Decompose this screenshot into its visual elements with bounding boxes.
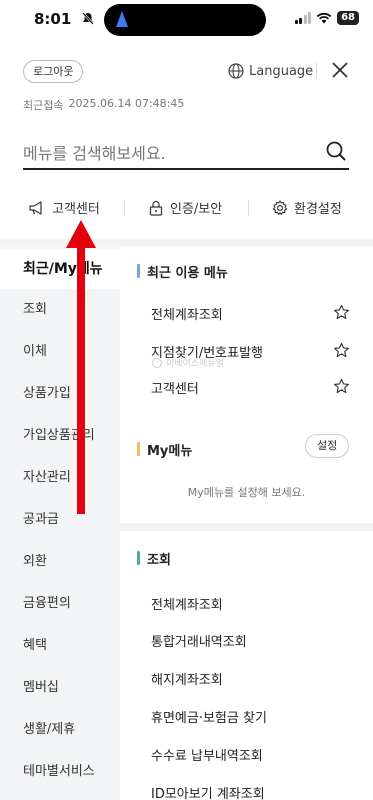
section-accent-bar [137,551,140,565]
watermark-text: 이베이스메뉴얼 [166,359,224,369]
inquiry-item-all-accounts[interactable]: 전체계좌조회 [151,594,223,613]
my-menu-setting-button[interactable]: 설정 [305,434,350,458]
section-accent-bar [137,264,140,278]
language-button[interactable]: Language [228,60,313,82]
globe-icon [228,63,244,79]
close-icon[interactable] [330,60,350,80]
watermark-logo-icon [152,357,162,368]
star-icon[interactable] [333,304,350,321]
my-menu-title-text: My메뉴 [147,444,193,459]
quick-divider [124,200,125,216]
my-menu-empty-message: My메뉴를 설정해 보세요. [187,486,306,499]
lock-icon [149,200,163,216]
star-icon[interactable] [333,342,350,359]
customer-center-link[interactable]: 고객센터 [28,198,100,217]
status-time: 8:01 [34,10,72,28]
section-accent-bar [137,442,140,456]
quick-divider [248,200,249,216]
category-theme-service[interactable]: 테마별서비스 [0,752,120,792]
category-transfer[interactable]: 이체 [0,332,120,372]
inquiry-title: 조회 [137,549,171,568]
recent-menu-title: 최근 이용 메뉴 [137,262,228,281]
quick-links: 고객센터 인증/보안 환경설정 [0,188,373,228]
watermark: 이베이스메뉴얼 [152,356,224,369]
auth-security-label: 인증/보안 [170,202,223,217]
category-product-manage[interactable]: 가입상품관리 [0,416,120,456]
inquiry-item-dormant-deposits[interactable]: 휴면예금·보험금 찾기 [151,707,267,726]
inquiry-item-fee-history[interactable]: 수수료 납부내역조회 [151,745,263,764]
megaphone-icon [29,200,42,215]
customer-center-label: 고객센터 [52,202,100,217]
cell-signal-icon [294,12,312,24]
category-utility-bills[interactable]: 공과금 [0,500,120,540]
header-divider [316,62,317,79]
star-icon[interactable] [333,378,350,395]
my-menu-title: My메뉴 [137,440,192,459]
inquiry-item-closed-accounts[interactable]: 해지계좌조회 [151,669,223,688]
recent-item-customer-center[interactable]: 고객센터 [151,378,199,397]
category-life-partner[interactable]: 생활/제휴 [0,710,120,750]
last-login: 최근접속 2025.06.14 07:48:45 [23,97,184,113]
category-product-join[interactable]: 상품가입 [0,374,120,414]
menu-search-input[interactable] [23,139,313,167]
category-inquiry[interactable]: 조회 [0,290,120,330]
search-bar [23,137,349,170]
section-divider [0,239,373,246]
category-finance-convenience[interactable]: 금융편의 [0,584,120,624]
logout-button[interactable]: 로그아웃 [23,60,84,83]
settings-link[interactable]: 환경설정 [272,198,342,217]
settings-label: 환경설정 [294,202,342,217]
silent-bell-icon [82,12,94,28]
section-divider [120,523,373,531]
annotation-arrow [66,220,96,514]
category-membership[interactable]: 멤버십 [0,668,120,708]
location-arrow-icon [116,11,128,27]
status-bar: 8:01 68 [0,0,373,40]
dynamic-island [104,4,266,36]
inquiry-item-id-accounts[interactable]: ID모아보기 계좌조회 [151,783,265,800]
category-asset-manage[interactable]: 자산관리 [0,458,120,498]
recent-item-all-accounts[interactable]: 전체계좌조회 [151,304,223,323]
gear-icon [272,199,288,215]
language-label: Language [249,63,314,79]
last-login-time: 2025.06.14 07:48:45 [68,97,185,110]
category-sidebar: 최근/My메뉴 조회 이체 상품가입 가입상품관리 자산관리 공과금 외환 금융… [0,246,120,800]
category-recent-my[interactable]: 최근/My메뉴 [0,249,120,289]
inquiry-title-text: 조회 [147,553,171,568]
category-benefits[interactable]: 혜택 [0,626,120,666]
last-login-label: 최근접속 [23,99,64,112]
battery-indicator: 68 [337,11,359,25]
category-forex[interactable]: 외환 [0,542,120,582]
inquiry-item-integrated-history[interactable]: 통합거래내역조회 [151,631,247,650]
recent-menu-title-text: 최근 이용 메뉴 [147,266,228,281]
auth-security-link[interactable]: 인증/보안 [148,198,222,217]
search-icon[interactable] [325,140,347,162]
wifi-icon [316,12,332,24]
